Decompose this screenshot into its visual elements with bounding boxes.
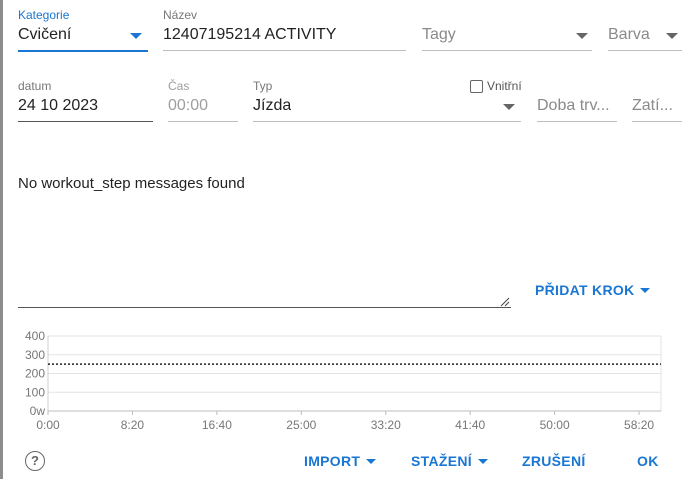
ok-label: OK — [637, 453, 659, 469]
typ-value: Jízda — [253, 97, 292, 114]
cas-value: 00:00 — [168, 97, 209, 114]
cas-label: Čas — [168, 79, 190, 93]
add-step-label: PŘIDAT KROK — [535, 282, 635, 298]
x-tick-label: 41:40 — [455, 418, 485, 432]
y-tick-label: 400 — [25, 329, 45, 343]
doba-placeholder: Doba trv... — [537, 97, 610, 114]
typ-label: Typ — [253, 79, 273, 93]
datum-label: datum — [18, 79, 52, 93]
zatizeni-field[interactable]: Zatí... — [632, 79, 682, 122]
y-tick-label: 100 — [25, 385, 45, 399]
x-tick-label: 16:40 — [202, 418, 232, 432]
datum-field[interactable]: datum 24 10 2023 — [18, 79, 153, 122]
resize-grip-icon[interactable] — [499, 296, 511, 308]
nazev-field[interactable]: Název 12407195214 ACTIVITY — [163, 8, 406, 51]
download-button[interactable]: STAŽENÍ — [411, 453, 488, 469]
y-tick-label: 0w — [30, 404, 46, 418]
nazev-label: Název — [163, 8, 198, 22]
doba-trvani-field[interactable]: Doba trv... — [537, 79, 617, 122]
barva-underline — [608, 50, 682, 51]
cancel-button[interactable]: ZRUŠENÍ — [522, 453, 586, 469]
tagy-select[interactable]: Tagy — [422, 8, 592, 51]
zatizeni-placeholder: Zatí... — [632, 97, 673, 114]
chevron-down-icon — [666, 33, 678, 39]
tagy-underline — [422, 50, 592, 51]
typ-underline — [253, 121, 521, 122]
datum-underline — [18, 121, 153, 122]
kategorie-label: Kategorie — [18, 8, 70, 22]
help-circle-icon[interactable]: ? — [25, 451, 45, 471]
zatizeni-underline — [632, 121, 682, 122]
steps-textarea-border[interactable] — [18, 307, 511, 308]
chevron-down-icon — [366, 459, 377, 464]
vnitrni-wrapper: Vnitřní — [487, 79, 527, 93]
datum-value: 24 10 2023 — [18, 97, 99, 114]
y-tick-label: 300 — [25, 348, 45, 362]
x-tick-label: 25:00 — [286, 418, 316, 432]
barva-placeholder: Barva — [608, 26, 650, 43]
kategorie-underline — [18, 50, 148, 52]
empty-steps-message: No workout_step messages found — [18, 175, 245, 192]
vnitrni-label: Vnitřní — [487, 79, 522, 93]
vnitrni-checkbox[interactable] — [470, 80, 483, 93]
doba-underline — [537, 121, 617, 122]
chevron-down-icon — [477, 459, 488, 464]
cancel-label: ZRUŠENÍ — [522, 453, 586, 469]
x-tick-label: 0:00 — [36, 418, 60, 432]
x-tick-label: 50:00 — [540, 418, 570, 432]
import-label: IMPORT — [304, 453, 361, 469]
barva-select[interactable]: Barva — [608, 8, 682, 51]
y-tick-label: 200 — [25, 367, 45, 381]
add-step-button[interactable]: PŘIDAT KROK — [535, 282, 651, 298]
chevron-down-icon — [130, 33, 142, 39]
chevron-down-icon — [503, 104, 515, 110]
import-button[interactable]: IMPORT — [304, 453, 377, 469]
power-chart: 400 300 200 100 0w0:00 8:20 16:40 25:00 33:20 41:… — [25, 329, 662, 432]
cas-underline — [168, 121, 238, 122]
kategorie-select[interactable]: Kategorie Cvičení — [18, 8, 148, 52]
download-label: STAŽENÍ — [411, 453, 472, 469]
cas-field[interactable]: Čas 00:00 — [168, 79, 238, 122]
chevron-down-icon — [640, 288, 651, 293]
x-tick-label: 33:20 — [371, 418, 401, 432]
kategorie-value: Cvičení — [18, 26, 72, 43]
chevron-down-icon — [576, 33, 588, 39]
x-tick-label: 8:20 — [121, 418, 145, 432]
tagy-placeholder: Tagy — [422, 26, 456, 43]
x-tick-label: 58:20 — [624, 418, 654, 432]
ok-button[interactable]: OK — [637, 453, 659, 469]
nazev-underline — [163, 50, 406, 51]
nazev-value: 12407195214 ACTIVITY — [163, 26, 337, 43]
